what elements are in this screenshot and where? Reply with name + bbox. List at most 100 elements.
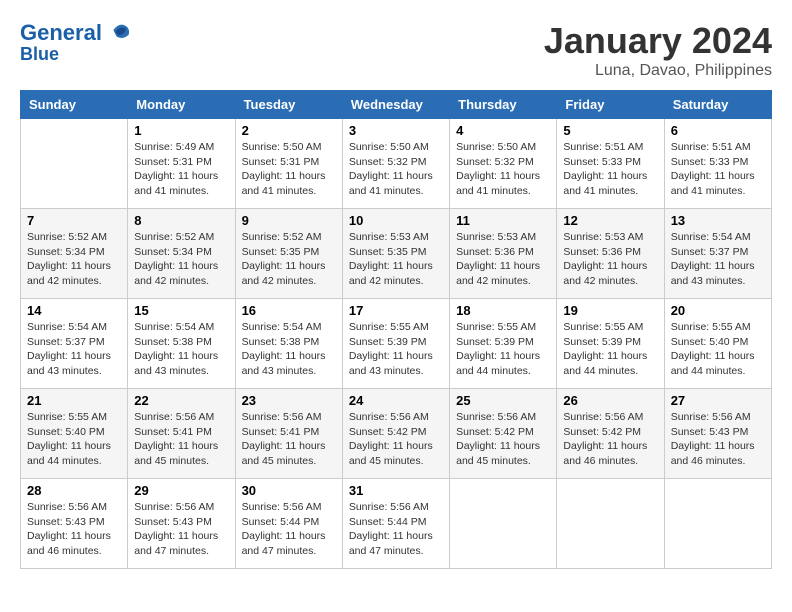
table-row: 28Sunrise: 5:56 AM Sunset: 5:43 PM Dayli… bbox=[21, 479, 128, 569]
logo-text: General bbox=[20, 20, 130, 45]
table-row: 18Sunrise: 5:55 AM Sunset: 5:39 PM Dayli… bbox=[450, 299, 557, 389]
calendar-week-row: 14 Sunrise: 5:54 AM Sunset: 5:37 PM Dayli… bbox=[21, 299, 772, 389]
day-info: Sunrise: 5:55 AM Sunset: 5:40 PM Dayligh… bbox=[671, 320, 765, 379]
day-number: 16 bbox=[242, 303, 336, 318]
day-number: 12 bbox=[563, 213, 657, 228]
day-number: 27 bbox=[671, 393, 765, 408]
table-row: 3 Sunrise: 5:50 AM Sunset: 5:32 PM Daylig… bbox=[342, 119, 449, 209]
table-row: 30 Sunrise: 5:56 AM Sunset: 5:44 PM Dayli… bbox=[235, 479, 342, 569]
table-row: 7 Sunrise: 5:52 AM Sunset: 5:34 PM Daylig… bbox=[21, 209, 128, 299]
table-row: 21 Sunrise: 5:55 AM Sunset: 5:40 PM Dayli… bbox=[21, 389, 128, 479]
table-row bbox=[450, 479, 557, 569]
day-info: Sunrise: 5:51 AM Sunset: 5:33 PM Dayligh… bbox=[671, 140, 765, 199]
table-row: 24 Sunrise: 5:56 AM Sunset: 5:42 PM Dayli… bbox=[342, 389, 449, 479]
day-number: 24 bbox=[349, 393, 443, 408]
table-row: 23Sunrise: 5:56 AM Sunset: 5:41 PM Dayli… bbox=[235, 389, 342, 479]
day-number: 13 bbox=[671, 213, 765, 228]
title-block: January 2024 Luna, Davao, Philippines bbox=[544, 20, 772, 80]
day-number: 25 bbox=[456, 393, 550, 408]
table-row: 12 Sunrise: 5:53 AM Sunset: 5:36 PM Dayli… bbox=[557, 209, 664, 299]
day-info: Sunrise: 5:54 AM Sunset: 5:37 PM Dayligh… bbox=[671, 230, 765, 289]
location: Luna, Davao, Philippines bbox=[544, 62, 772, 80]
calendar-week-row: 7 Sunrise: 5:52 AM Sunset: 5:34 PM Daylig… bbox=[21, 209, 772, 299]
day-info: Sunrise: 5:55 AM Sunset: 5:39 PM Dayligh… bbox=[349, 320, 443, 379]
table-row: 20 Sunrise: 5:55 AM Sunset: 5:40 PM Dayli… bbox=[664, 299, 771, 389]
table-row: 19 Sunrise: 5:55 AM Sunset: 5:39 PM Dayli… bbox=[557, 299, 664, 389]
table-row: 11 Sunrise: 5:53 AM Sunset: 5:36 PM Dayli… bbox=[450, 209, 557, 299]
day-info: Sunrise: 5:50 AM Sunset: 5:31 PM Dayligh… bbox=[242, 140, 336, 199]
day-info: Sunrise: 5:54 AM Sunset: 5:38 PM Dayligh… bbox=[134, 320, 228, 379]
day-info: Sunrise: 5:52 AM Sunset: 5:35 PM Dayligh… bbox=[242, 230, 336, 289]
day-info: Sunrise: 5:56 AM Sunset: 5:44 PM Dayligh… bbox=[349, 500, 443, 559]
table-row: 27Sunrise: 5:56 AM Sunset: 5:43 PM Dayli… bbox=[664, 389, 771, 479]
day-info: Sunrise: 5:53 AM Sunset: 5:35 PM Dayligh… bbox=[349, 230, 443, 289]
day-info: Sunrise: 5:52 AM Sunset: 5:34 PM Dayligh… bbox=[134, 230, 228, 289]
day-number: 26 bbox=[563, 393, 657, 408]
day-number: 14 bbox=[27, 303, 121, 318]
day-info: Sunrise: 5:53 AM Sunset: 5:36 PM Dayligh… bbox=[563, 230, 657, 289]
day-info: Sunrise: 5:56 AM Sunset: 5:42 PM Dayligh… bbox=[456, 410, 550, 469]
col-monday: Monday bbox=[128, 91, 235, 119]
day-info: Sunrise: 5:55 AM Sunset: 5:39 PM Dayligh… bbox=[563, 320, 657, 379]
table-row: 22 Sunrise: 5:56 AM Sunset: 5:41 PM Dayli… bbox=[128, 389, 235, 479]
table-row bbox=[557, 479, 664, 569]
table-row: 6 Sunrise: 5:51 AM Sunset: 5:33 PM Daylig… bbox=[664, 119, 771, 209]
col-friday: Friday bbox=[557, 91, 664, 119]
calendar-week-row: 21 Sunrise: 5:55 AM Sunset: 5:40 PM Dayli… bbox=[21, 389, 772, 479]
day-info: Sunrise: 5:49 AM Sunset: 5:31 PM Dayligh… bbox=[134, 140, 228, 199]
logo-icon bbox=[110, 20, 130, 40]
day-number: 31 bbox=[349, 483, 443, 498]
day-info: Sunrise: 5:56 AM Sunset: 5:42 PM Dayligh… bbox=[563, 410, 657, 469]
day-number: 3 bbox=[349, 123, 443, 138]
table-row: 14 Sunrise: 5:54 AM Sunset: 5:37 PM Dayli… bbox=[21, 299, 128, 389]
day-number: 17 bbox=[349, 303, 443, 318]
day-info: Sunrise: 5:53 AM Sunset: 5:36 PM Dayligh… bbox=[456, 230, 550, 289]
calendar-header-row: Sunday Monday Tuesday Wednesday Thursday… bbox=[21, 91, 772, 119]
table-row: 13 Sunrise: 5:54 AM Sunset: 5:37 PM Dayli… bbox=[664, 209, 771, 299]
table-row bbox=[21, 119, 128, 209]
table-row bbox=[664, 479, 771, 569]
day-number: 5 bbox=[563, 123, 657, 138]
logo: General Blue bbox=[20, 20, 130, 65]
day-number: 19 bbox=[563, 303, 657, 318]
day-number: 28 bbox=[27, 483, 121, 498]
table-row: 2 Sunrise: 5:50 AM Sunset: 5:31 PM Daylig… bbox=[235, 119, 342, 209]
day-info: Sunrise: 5:56 AM Sunset: 5:44 PM Dayligh… bbox=[242, 500, 336, 559]
col-wednesday: Wednesday bbox=[342, 91, 449, 119]
day-number: 9 bbox=[242, 213, 336, 228]
month-title: January 2024 bbox=[544, 20, 772, 62]
day-number: 4 bbox=[456, 123, 550, 138]
day-info: Sunrise: 5:56 AM Sunset: 5:41 PM Dayligh… bbox=[134, 410, 228, 469]
col-tuesday: Tuesday bbox=[235, 91, 342, 119]
day-number: 22 bbox=[134, 393, 228, 408]
day-info: Sunrise: 5:56 AM Sunset: 5:43 PM Dayligh… bbox=[134, 500, 228, 559]
table-row: 8 Sunrise: 5:52 AM Sunset: 5:34 PM Daylig… bbox=[128, 209, 235, 299]
table-row: 26 Sunrise: 5:56 AM Sunset: 5:42 PM Dayli… bbox=[557, 389, 664, 479]
table-row: 10Sunrise: 5:53 AM Sunset: 5:35 PM Dayli… bbox=[342, 209, 449, 299]
table-row: 15Sunrise: 5:54 AM Sunset: 5:38 PM Dayli… bbox=[128, 299, 235, 389]
day-info: Sunrise: 5:55 AM Sunset: 5:40 PM Dayligh… bbox=[27, 410, 121, 469]
day-number: 11 bbox=[456, 213, 550, 228]
day-number: 20 bbox=[671, 303, 765, 318]
table-row: 16Sunrise: 5:54 AM Sunset: 5:38 PM Dayli… bbox=[235, 299, 342, 389]
table-row: 5 Sunrise: 5:51 AM Sunset: 5:33 PM Daylig… bbox=[557, 119, 664, 209]
table-row: 1Sunrise: 5:49 AM Sunset: 5:31 PM Daylig… bbox=[128, 119, 235, 209]
day-info: Sunrise: 5:50 AM Sunset: 5:32 PM Dayligh… bbox=[349, 140, 443, 199]
table-row: 9 Sunrise: 5:52 AM Sunset: 5:35 PM Daylig… bbox=[235, 209, 342, 299]
day-number: 30 bbox=[242, 483, 336, 498]
calendar-week-row: 1Sunrise: 5:49 AM Sunset: 5:31 PM Daylig… bbox=[21, 119, 772, 209]
day-number: 21 bbox=[27, 393, 121, 408]
day-number: 6 bbox=[671, 123, 765, 138]
logo-subtext: Blue bbox=[20, 45, 130, 65]
col-sunday: Sunday bbox=[21, 91, 128, 119]
day-info: Sunrise: 5:54 AM Sunset: 5:37 PM Dayligh… bbox=[27, 320, 121, 379]
day-number: 8 bbox=[134, 213, 228, 228]
day-info: Sunrise: 5:56 AM Sunset: 5:42 PM Dayligh… bbox=[349, 410, 443, 469]
day-info: Sunrise: 5:52 AM Sunset: 5:34 PM Dayligh… bbox=[27, 230, 121, 289]
day-number: 2 bbox=[242, 123, 336, 138]
calendar-week-row: 28 Sunrise: 5:56 AM Sunset: 5:43 PM Dayli… bbox=[21, 479, 772, 569]
day-info: Sunrise: 5:55 AM Sunset: 5:39 PM Dayligh… bbox=[456, 320, 550, 379]
day-number: 23 bbox=[242, 393, 336, 408]
day-info: Sunrise: 5:51 AM Sunset: 5:33 PM Dayligh… bbox=[563, 140, 657, 199]
day-number: 7 bbox=[27, 213, 121, 228]
